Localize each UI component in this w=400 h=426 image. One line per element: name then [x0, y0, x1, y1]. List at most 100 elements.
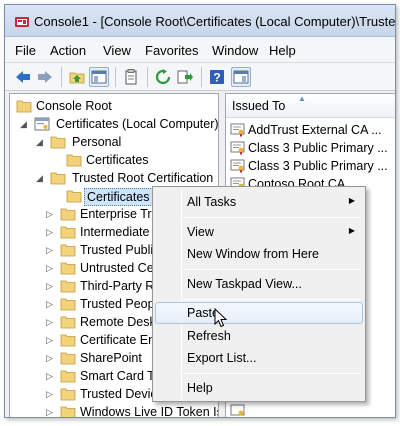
folder-icon [60, 370, 76, 383]
menu-favorites[interactable]: Favorites [145, 43, 198, 58]
folder-icon [60, 280, 76, 293]
tree-item-label-selected: Certificates [84, 188, 153, 206]
column-header-issued-to[interactable]: ▲ Issued To [226, 94, 395, 118]
folder-icon [66, 154, 82, 167]
folder-icon [50, 172, 66, 185]
menu-item-label: New Window from Here [187, 247, 319, 261]
title-bar[interactable]: Console1 - [Console Root\Certificates (L… [5, 5, 395, 37]
menu-item-refresh[interactable]: Refresh [155, 325, 363, 347]
certificate-icon [230, 141, 245, 155]
tree-collapsed-arrow-icon[interactable]: ▷ [46, 403, 53, 417]
folder-icon [50, 136, 66, 149]
tree-collapsed-arrow-icon[interactable]: ▷ [46, 331, 53, 349]
column-header-label: Issued To [232, 99, 286, 113]
tree-item-label: Console Root [36, 99, 112, 113]
folder-icon [60, 262, 76, 275]
menu-item-label: Help [187, 381, 213, 395]
toolbar-separator [147, 67, 148, 87]
toolbar-separator [201, 67, 202, 87]
tree-item-label: Third-Party Ro [80, 279, 162, 293]
menu-item-all-tasks[interactable]: All Tasks ▶ [155, 191, 363, 213]
folder-icon [66, 190, 82, 203]
tree-collapsed-arrow-icon[interactable]: ▷ [46, 367, 53, 385]
tree-expanded-arrow-icon[interactable]: ◢ [20, 115, 27, 133]
menu-bar: File Action View Favorites Window Help [5, 37, 395, 63]
menu-separator [183, 299, 361, 300]
menu-item-view[interactable]: View ▶ [155, 221, 363, 243]
tree-collapsed-arrow-icon[interactable]: ▷ [46, 223, 53, 241]
tree-item-label: Certificate Enr [80, 333, 160, 347]
menu-item-label: New Taskpad View... [187, 277, 302, 291]
menu-window[interactable]: Window [212, 43, 258, 58]
menu-item-label: Export List... [187, 351, 257, 365]
menu-item-label: Refresh [187, 329, 231, 343]
tree-item-label: Intermediate C [80, 225, 162, 239]
tree-item-label: Windows Live ID Token Iss [80, 405, 219, 418]
properties-button[interactable] [121, 67, 141, 87]
toolbar-separator [115, 67, 116, 87]
tree-collapsed-arrow-icon[interactable]: ▷ [46, 205, 53, 223]
back-button[interactable] [13, 67, 33, 87]
menu-action[interactable]: Action [50, 43, 86, 58]
svg-text:?: ? [213, 71, 220, 85]
submenu-arrow-icon: ▶ [348, 226, 355, 235]
certificate-icon [230, 123, 245, 137]
menu-separator [183, 269, 361, 270]
tree-expanded-arrow-icon[interactable]: ◢ [36, 169, 43, 187]
folder-icon [60, 244, 76, 257]
menu-view[interactable]: View [103, 43, 131, 58]
tree-item-label: Trusted Publis [80, 243, 160, 257]
tree-collapsed-arrow-icon[interactable]: ▷ [46, 259, 53, 277]
properties-icon [125, 69, 137, 85]
export-list-icon [177, 70, 193, 84]
refresh-button[interactable] [153, 67, 173, 87]
sort-ascending-icon: ▲ [298, 94, 306, 103]
toolbar-separator [61, 67, 62, 87]
certificate-store-icon [34, 117, 50, 131]
show-hide-tree-button[interactable] [89, 67, 109, 87]
refresh-icon [155, 69, 171, 85]
tree-item-label: Trusted Root Certification . [72, 171, 219, 185]
up-one-level-button[interactable] [67, 67, 87, 87]
folder-icon [16, 100, 32, 113]
folder-icon [60, 406, 76, 417]
help-button[interactable]: ? [207, 67, 227, 87]
tree-collapsed-arrow-icon[interactable]: ▷ [46, 313, 53, 331]
certificate-icon [230, 404, 245, 416]
tree-collapsed-arrow-icon[interactable]: ▷ [46, 349, 53, 367]
show-hide-tree-icon [91, 70, 107, 84]
certificate-icon [230, 159, 245, 173]
menu-item-paste[interactable]: Paste [155, 302, 363, 324]
menu-file[interactable]: File [15, 43, 36, 58]
help-icon: ? [210, 70, 224, 85]
show-hide-action-pane-button[interactable] [231, 67, 251, 87]
tree-item-label: Personal [72, 135, 122, 149]
folder-icon [60, 352, 76, 365]
folder-icon [60, 316, 76, 329]
show-hide-action-pane-icon [233, 70, 249, 84]
tree-collapsed-arrow-icon[interactable]: ▷ [46, 277, 53, 295]
menu-item-new-window-from-here[interactable]: New Window from Here [155, 243, 363, 265]
menu-item-new-taskpad-view[interactable]: New Taskpad View... [155, 273, 363, 295]
menu-help[interactable]: Help [269, 43, 296, 58]
tree-collapsed-arrow-icon[interactable]: ▷ [46, 295, 53, 313]
tree-item-label: SharePoint [80, 351, 142, 365]
menu-item-help[interactable]: Help [155, 377, 363, 399]
list-item-label: Class 3 Public Primary ... [248, 159, 388, 173]
export-list-button[interactable] [175, 67, 195, 87]
tree-collapsed-arrow-icon[interactable]: ▷ [46, 385, 53, 403]
tree-item-label: Certificates [86, 153, 149, 167]
context-menu: All Tasks ▶ View ▶ New Window from Here … [152, 186, 366, 402]
tree-item-label: Untrusted Cert [80, 261, 162, 275]
window-title: Console1 - [Console Root\Certificates (L… [34, 14, 396, 29]
folder-icon [60, 226, 76, 239]
forward-arrow-icon [38, 71, 52, 83]
back-arrow-icon [16, 71, 30, 83]
folder-icon [60, 388, 76, 401]
tree-expanded-arrow-icon[interactable]: ◢ [36, 133, 43, 151]
folder-icon [60, 208, 76, 221]
forward-button[interactable] [35, 67, 55, 87]
tree-collapsed-arrow-icon[interactable]: ▷ [46, 241, 53, 259]
menu-item-export-list[interactable]: Export List... [155, 347, 363, 369]
list-item-label: AddTrust External CA ... [248, 123, 382, 137]
